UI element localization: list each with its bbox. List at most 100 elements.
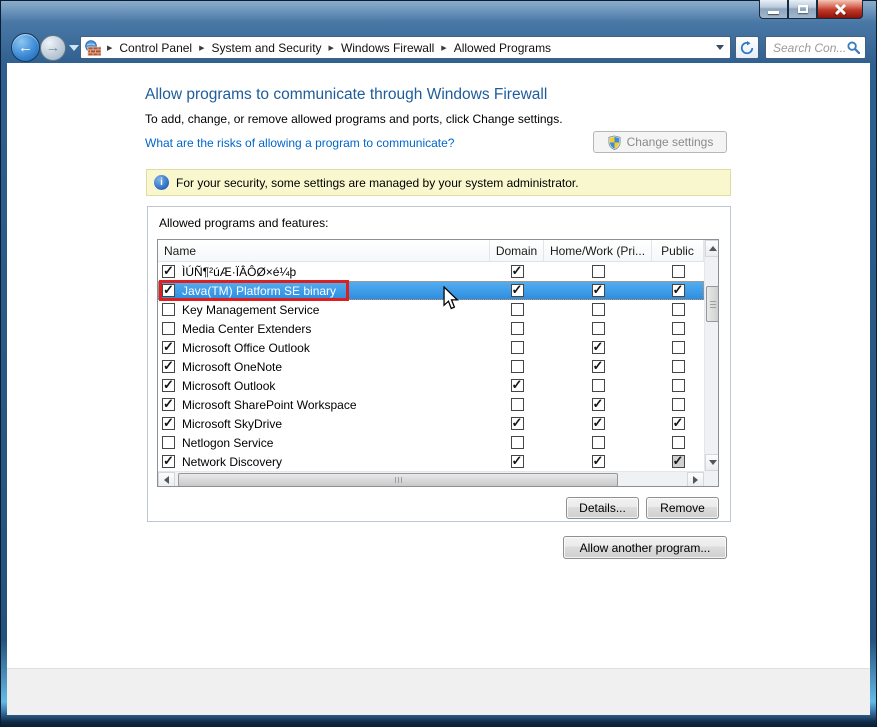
public-checkbox-cell [652,376,704,395]
public-checkbox[interactable] [671,398,685,411]
scroll-up-button[interactable] [705,240,718,257]
domain-checkbox[interactable] [510,322,524,335]
home-work-checkbox[interactable] [591,322,605,335]
breadcrumb-separator-icon[interactable]: ▶ [438,44,449,52]
search-input[interactable]: Search Con... [765,36,866,59]
public-checkbox-cell [652,433,704,452]
breadcrumb-item[interactable]: Windows Firewall [337,41,438,55]
chevron-down-icon [716,45,724,50]
home-work-checkbox-cell [544,395,652,414]
recent-pages-chevron-icon[interactable] [69,45,79,51]
minimize-button[interactable] [759,0,788,19]
program-enabled-checkbox[interactable] [162,415,175,431]
table-row[interactable]: Network Discovery [158,452,704,471]
public-checkbox-cell [652,262,704,281]
public-checkbox[interactable] [671,341,685,354]
public-checkbox[interactable] [671,282,685,298]
remove-button[interactable]: Remove [646,497,719,519]
home-work-checkbox[interactable] [591,358,605,374]
vertical-scroll-thumb[interactable] [706,286,718,322]
breadcrumb-separator-icon[interactable]: ▶ [196,44,207,52]
home-work-checkbox[interactable] [591,436,605,449]
table-row[interactable]: Media Center Extenders [158,319,704,338]
horizontal-scrollbar[interactable] [158,471,704,486]
table-row[interactable]: Microsoft OneNote [158,357,704,376]
table-row[interactable]: Microsoft Outlook [158,376,704,395]
table-row[interactable]: Key Management Service [158,300,704,319]
back-button[interactable]: ← [11,33,40,62]
details-button[interactable]: Details... [566,497,639,519]
home-work-checkbox[interactable] [591,282,605,298]
column-header[interactable]: Home/Work (Pri... [544,240,652,262]
column-header[interactable]: Public [652,240,704,262]
breadcrumb-item[interactable]: Control Panel [115,41,196,55]
search-icon[interactable] [847,41,860,54]
column-header[interactable]: Name [158,240,490,262]
breadcrumb-item[interactable]: System and Security [208,41,326,55]
home-work-checkbox[interactable] [591,265,605,278]
home-work-checkbox[interactable] [591,415,605,431]
public-checkbox[interactable] [671,360,685,373]
domain-checkbox[interactable] [510,453,524,469]
table-row[interactable]: Java(TM) Platform SE binary [158,280,704,301]
breadcrumb-item[interactable]: Allowed Programs [450,41,555,55]
domain-checkbox[interactable] [510,415,524,431]
program-enabled-checkbox[interactable] [162,396,175,412]
close-button[interactable] [817,0,863,19]
public-checkbox[interactable] [671,303,685,316]
public-checkbox[interactable] [671,453,685,469]
refresh-button[interactable] [735,36,759,59]
breadcrumb-separator-icon[interactable]: ▶ [104,44,115,52]
domain-checkbox[interactable] [510,282,524,298]
maximize-button[interactable] [788,0,817,19]
home-work-checkbox[interactable] [591,453,605,469]
domain-checkbox[interactable] [510,303,524,316]
title-bar[interactable] [0,0,877,32]
arrow-down-icon [709,460,717,465]
program-name: Microsoft SharePoint Workspace [182,397,357,412]
home-work-checkbox[interactable] [591,379,605,392]
home-work-checkbox[interactable] [591,339,605,355]
domain-checkbox[interactable] [510,436,524,449]
home-work-checkbox[interactable] [591,303,605,316]
change-settings-button[interactable]: Change settings [593,131,727,153]
public-checkbox[interactable] [671,436,685,449]
arrow-left-icon [164,476,169,484]
vertical-scrollbar[interactable] [704,240,718,471]
table-row[interactable]: Microsoft SkyDrive [158,414,704,433]
public-checkbox[interactable] [671,379,685,392]
scroll-left-button[interactable] [158,472,175,486]
address-dropdown-button[interactable] [710,37,730,58]
domain-checkbox[interactable] [510,360,524,373]
scroll-down-button[interactable] [705,454,718,471]
address-bar[interactable]: ▶ Control Panel ▶ System and Security ▶ Windo… [80,36,731,59]
domain-checkbox[interactable] [510,398,524,411]
public-checkbox[interactable] [671,415,685,431]
forward-button[interactable]: → [40,35,66,61]
program-enabled-checkbox[interactable] [162,322,175,335]
program-enabled-checkbox[interactable] [162,358,175,374]
home-work-checkbox[interactable] [591,396,605,412]
table-row[interactable]: Microsoft Office Outlook [158,338,704,357]
table-row[interactable]: Netlogon Service [158,433,704,452]
public-checkbox[interactable] [671,322,685,335]
domain-checkbox[interactable] [510,377,524,393]
risks-link[interactable]: What are the risks of allowing a program… [145,136,454,150]
allow-another-program-button[interactable]: Allow another program... [563,536,727,559]
table-row[interactable]: ÌÚÑ¶²úÆ·ÏÂÔØ×é¼þ [158,262,704,281]
public-checkbox[interactable] [671,265,685,278]
program-name: Key Management Service [182,302,320,317]
program-enabled-checkbox[interactable] [162,377,175,393]
program-enabled-checkbox[interactable] [162,339,175,355]
horizontal-scroll-thumb[interactable] [178,473,618,486]
table-row[interactable]: Microsoft SharePoint Workspace [158,395,704,414]
domain-checkbox[interactable] [510,341,524,354]
program-enabled-checkbox[interactable] [162,303,175,316]
domain-checkbox[interactable] [510,263,524,279]
column-header[interactable]: Domain [490,240,544,262]
program-enabled-checkbox[interactable] [162,263,175,279]
scroll-right-button[interactable] [687,472,704,486]
program-enabled-checkbox[interactable] [162,436,175,449]
program-enabled-checkbox[interactable] [162,453,175,469]
breadcrumb-separator-icon[interactable]: ▶ [326,44,337,52]
